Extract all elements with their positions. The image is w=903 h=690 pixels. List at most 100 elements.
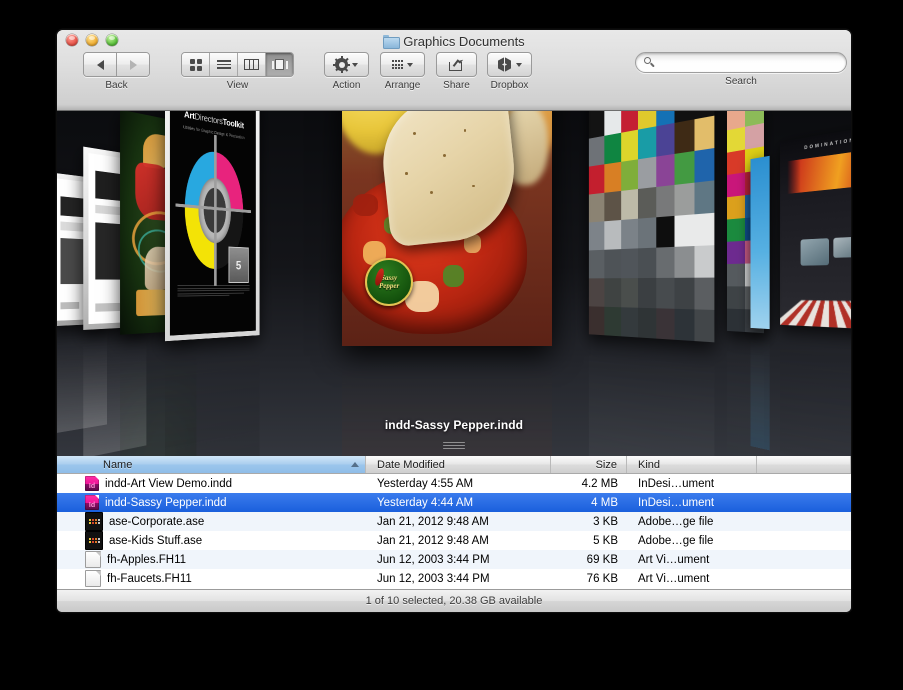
row-size: 5 KB <box>593 534 618 547</box>
row-name: fh-Faucets.FH11 <box>107 572 192 585</box>
view-mode-column[interactable] <box>238 53 266 76</box>
search-field[interactable] <box>635 52 847 73</box>
titlebar[interactable]: Graphics Documents <box>57 30 851 52</box>
row-name-cell: indd-Sassy Pepper.indd <box>57 495 366 510</box>
cover-right-1[interactable] <box>588 111 715 456</box>
arrange-button[interactable] <box>380 52 425 77</box>
chevron-down-icon <box>352 62 358 67</box>
table-row[interactable]: fh-Faucets.FH11 Jun 12, 2003 3:44 PM 76 … <box>57 569 851 588</box>
row-date: Jun 12, 2003 3:44 PM <box>377 572 490 585</box>
column-header-kind-label: Kind <box>638 458 661 471</box>
row-date: Yesterday 4:55 AM <box>377 477 474 490</box>
back-button[interactable] <box>84 53 117 76</box>
cover-right-sliver[interactable] <box>750 155 770 451</box>
gear-icon <box>333 56 350 73</box>
search-group: Search <box>635 52 847 87</box>
minimize-button[interactable] <box>86 34 98 46</box>
dropbox-group: Dropbox <box>487 52 532 91</box>
coverflow-icon <box>271 59 288 70</box>
table-row[interactable]: fh-Apples.FH11 Jun 12, 2003 3:44 PM 69 K… <box>57 550 851 569</box>
share-group: Share <box>436 52 477 91</box>
chevron-left-icon <box>96 59 104 70</box>
column-header-size[interactable]: Size <box>551 456 627 473</box>
view-mode-coverflow[interactable] <box>266 53 293 76</box>
cover-selected-sassy-pepper[interactable]: Famous Red <box>342 111 552 456</box>
lines-icon <box>216 58 231 71</box>
resize-grip-icon[interactable] <box>443 442 465 450</box>
column-header-spacer[interactable] <box>757 456 851 473</box>
row-name: fh-Apples.FH11 <box>107 553 187 566</box>
back-label: Back <box>105 80 128 91</box>
table-row[interactable]: indd-Art View Demo.indd Yesterday 4:55 A… <box>57 474 851 493</box>
chevron-down-icon <box>407 62 414 67</box>
row-name-cell: fh-Apples.FH11 <box>57 551 366 568</box>
row-date: Yesterday 4:44 AM <box>377 496 474 509</box>
share-arrow-icon <box>449 57 464 71</box>
search-icon <box>644 57 655 68</box>
column-header-date[interactable]: Date Modified <box>366 456 551 473</box>
action-group: Action <box>324 52 369 91</box>
view-group: View <box>181 52 294 91</box>
table-row[interactable]: ase-Corporate.ase Jan 21, 2012 9:48 AM 3… <box>57 512 851 531</box>
generic-document-icon <box>85 551 101 568</box>
row-name: ase-Corporate.ase <box>109 515 205 528</box>
sort-ascending-icon <box>351 462 359 467</box>
row-kind: InDesi…ument <box>638 477 715 490</box>
row-size: 69 KB <box>586 553 618 566</box>
indesign-file-icon <box>85 495 99 510</box>
chevron-right-icon <box>129 59 137 70</box>
view-segmented-control[interactable] <box>181 52 294 77</box>
dropbox-button[interactable] <box>487 52 532 77</box>
column-header-size-label: Size <box>595 458 617 471</box>
toolbar: Back View Action Arrange Share Dropbox S… <box>57 52 851 110</box>
arrange-label: Arrange <box>384 80 421 91</box>
close-button[interactable] <box>66 34 78 46</box>
coverflow-pane[interactable]: ArtDirectorsToolkit Utilities for Graphi… <box>57 111 851 456</box>
share-button[interactable] <box>436 52 477 77</box>
row-size: 4.2 MB <box>581 477 618 490</box>
column-header-date-label: Date Modified <box>377 458 445 471</box>
cover-right-3[interactable]: DOMINATION <box>780 124 851 456</box>
coverflow-stage: ArtDirectorsToolkit Utilities for Graphi… <box>57 111 851 456</box>
row-date: Jan 21, 2012 9:48 AM <box>377 515 489 528</box>
file-list-header: Name Date Modified Size Kind <box>57 456 851 474</box>
column-header-name[interactable]: Name <box>57 456 366 473</box>
column-header-kind[interactable]: Kind <box>627 456 757 473</box>
row-kind: InDesi…ument <box>638 496 715 509</box>
cover-left-1[interactable]: ArtDirectorsToolkit Utilities for Graphi… <box>165 111 260 456</box>
forward-button[interactable] <box>117 53 149 76</box>
row-name-cell: ase-Kids Stuff.ase <box>57 531 366 550</box>
view-label: View <box>226 80 249 91</box>
row-kind: Adobe…ge file <box>638 534 714 547</box>
row-name-cell: indd-Art View Demo.indd <box>57 476 366 491</box>
row-size: 76 KB <box>586 572 618 585</box>
arrange-grid-icon <box>391 60 404 69</box>
zoom-button[interactable] <box>106 34 118 46</box>
view-mode-icon[interactable] <box>182 53 210 76</box>
dropbox-label: Dropbox <box>490 80 529 91</box>
domination-title: DOMINATION <box>804 137 851 151</box>
indesign-file-icon <box>85 476 99 491</box>
sassy-pepper-badge: Sassy Pepper <box>365 257 414 306</box>
table-row[interactable]: indd-Sassy Pepper.indd Yesterday 4:44 AM… <box>57 493 851 512</box>
row-name: indd-Art View Demo.indd <box>105 477 232 490</box>
folder-icon <box>383 35 401 49</box>
status-bar: 1 of 10 selected, 20.38 GB available <box>57 589 851 612</box>
row-kind: Art Vi…ument <box>638 553 710 566</box>
search-label: Search <box>725 76 757 87</box>
search-input[interactable] <box>659 55 838 70</box>
row-name-cell: fh-Faucets.FH11 <box>57 570 366 587</box>
dropbox-icon <box>497 57 512 72</box>
row-name-cell: ase-Corporate.ase <box>57 512 366 531</box>
ase-file-icon <box>85 531 103 550</box>
file-list[interactable]: Name Date Modified Size Kind indd-Art Vi… <box>57 456 851 589</box>
window-title-text: Graphics Documents <box>403 33 525 49</box>
coverflow-caption: indd-Sassy Pepper.indd <box>384 418 524 432</box>
action-label: Action <box>332 80 361 91</box>
action-button[interactable] <box>324 52 369 77</box>
table-row[interactable]: ase-Kids Stuff.ase Jan 21, 2012 9:48 AM … <box>57 531 851 550</box>
generic-document-icon <box>85 570 101 587</box>
view-mode-list[interactable] <box>210 53 238 76</box>
chevron-down-icon <box>515 62 522 67</box>
window-title: Graphics Documents <box>383 33 525 49</box>
